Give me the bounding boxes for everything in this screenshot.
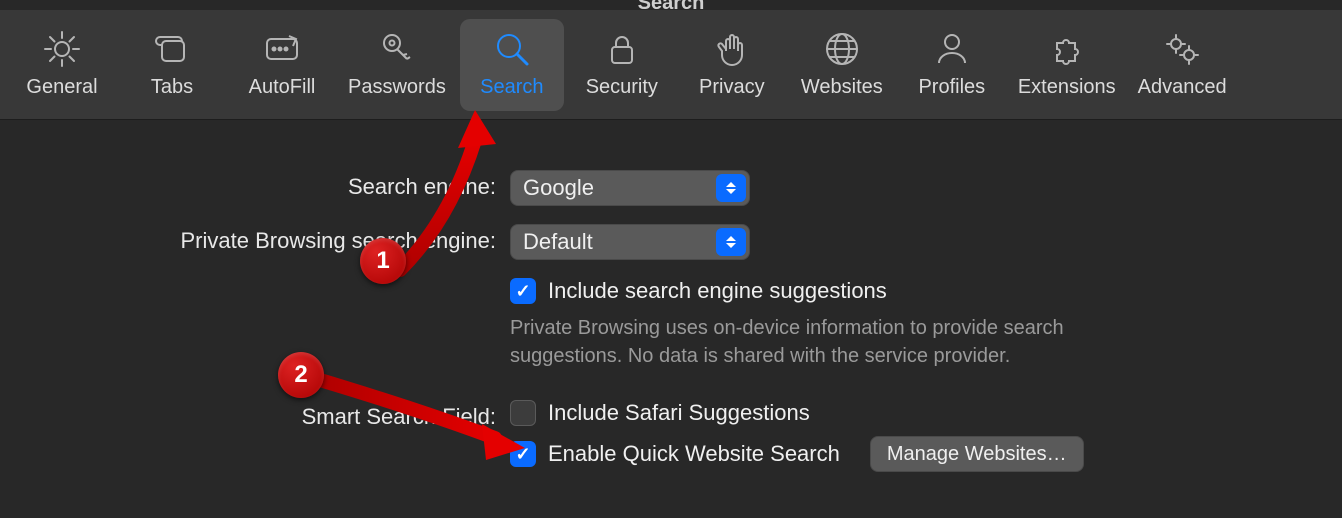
private-engine-value: Default [523, 229, 593, 255]
include-engine-suggestions-label: Include search engine suggestions [548, 278, 887, 304]
search-icon [491, 28, 533, 70]
private-browsing-helper-text: Private Browsing uses on-device informat… [510, 314, 1170, 370]
tab-security[interactable]: Security [570, 19, 674, 111]
tab-autofill[interactable]: AutoFill [230, 19, 334, 111]
window-title: Search [0, 0, 1342, 10]
tab-label: Privacy [699, 76, 765, 99]
annotation-badge-1: 1 [360, 238, 406, 284]
tab-label: Extensions [1018, 76, 1116, 99]
key-icon [376, 28, 418, 70]
hand-icon [711, 28, 753, 70]
tab-search[interactable]: Search [460, 19, 564, 111]
tab-label: Websites [801, 76, 883, 99]
tab-tabs[interactable]: Tabs [120, 19, 224, 111]
search-settings-panel: Search engine: Google Private Browsing s… [0, 120, 1342, 518]
tab-label: Tabs [151, 76, 193, 99]
tab-privacy[interactable]: Privacy [680, 19, 784, 111]
tab-passwords[interactable]: Passwords [340, 19, 454, 111]
search-engine-value: Google [523, 175, 594, 201]
chevron-up-down-icon [716, 228, 746, 256]
globe-icon [821, 28, 863, 70]
tab-advanced[interactable]: Advanced [1130, 19, 1235, 111]
smart-search-field-label: Smart Search Field: [0, 400, 510, 430]
tab-general[interactable]: General [10, 19, 114, 111]
window-title-text: Search [638, 0, 705, 10]
tab-profiles[interactable]: Profiles [900, 19, 1004, 111]
search-engine-label: Search engine: [0, 170, 510, 200]
search-engine-select[interactable]: Google [510, 170, 750, 206]
gear-icon [41, 28, 83, 70]
tab-label: Advanced [1138, 76, 1227, 99]
tab-websites[interactable]: Websites [790, 19, 894, 111]
include-engine-suggestions-checkbox[interactable]: ✓ [510, 278, 536, 304]
annotation-badge-2: 2 [278, 352, 324, 398]
private-engine-select[interactable]: Default [510, 224, 750, 260]
manage-websites-button[interactable]: Manage Websites… [870, 436, 1084, 472]
tab-extensions[interactable]: Extensions [1010, 19, 1124, 111]
tab-label: Passwords [348, 76, 446, 99]
person-icon [931, 28, 973, 70]
private-engine-label: Private Browsing search engine: [0, 224, 510, 254]
tab-label: AutoFill [249, 76, 316, 99]
tabs-icon [151, 28, 193, 70]
enable-quick-website-search-label: Enable Quick Website Search [548, 441, 840, 467]
pencil-box-icon [261, 28, 303, 70]
lock-icon [601, 28, 643, 70]
tab-label: Security [586, 76, 658, 99]
preferences-toolbar: General Tabs AutoFill Passwords Search S… [0, 10, 1342, 120]
tab-label: General [26, 76, 97, 99]
enable-quick-website-search-checkbox[interactable]: ✓ [510, 441, 536, 467]
puzzle-icon [1046, 28, 1088, 70]
tab-label: Search [480, 76, 543, 99]
include-safari-suggestions-label: Include Safari Suggestions [548, 400, 810, 426]
chevron-up-down-icon [716, 174, 746, 202]
tab-label: Profiles [918, 76, 985, 99]
include-safari-suggestions-checkbox[interactable] [510, 400, 536, 426]
gears-icon [1161, 28, 1203, 70]
